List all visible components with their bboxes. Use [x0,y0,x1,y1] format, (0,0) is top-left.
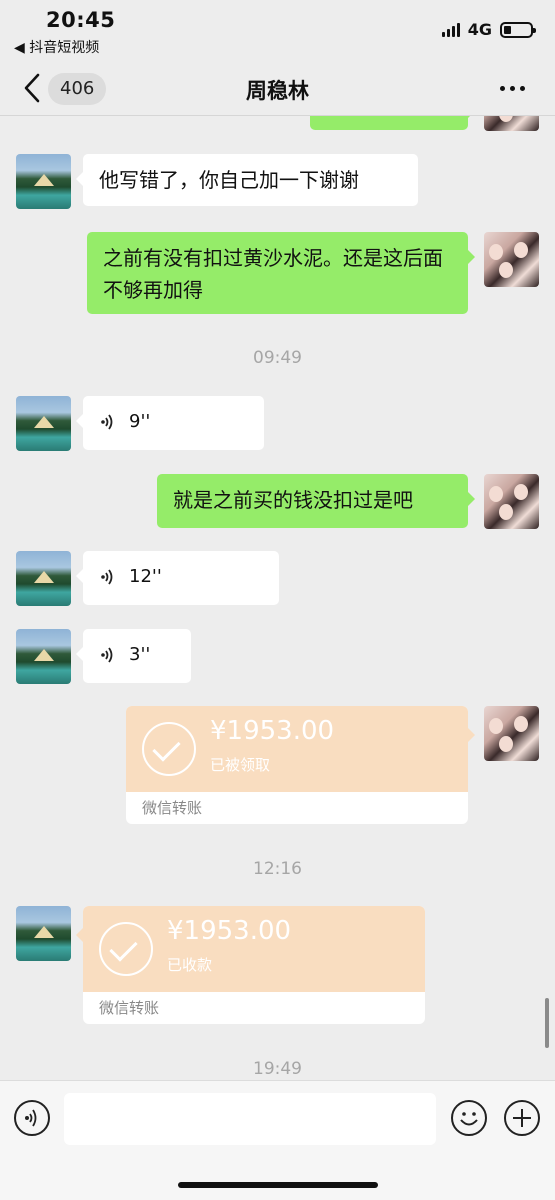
transfer-amount: ¥1953.00 [167,916,292,946]
more-options-icon[interactable] [500,86,525,91]
my-avatar[interactable] [484,706,539,761]
message-bubble-incoming[interactable]: 他写错了，你自己加一下谢谢 [76,154,418,206]
voice-message-incoming[interactable]: 3'' [76,629,191,683]
plus-icon[interactable] [504,1100,540,1136]
voice-wave-icon [101,569,113,585]
transfer-card-incoming[interactable]: ¥1953.00 已收款 微信转账 [76,906,425,1024]
contact-avatar[interactable] [16,396,71,451]
transfer-label: 微信转账 [99,999,160,1017]
network-type: 4G [467,20,492,39]
transfer-status: 已收款 [167,956,213,974]
back-to-app-link[interactable]: ◀ 抖音短视频 [14,37,99,57]
battery-icon [500,21,536,38]
message-bubble-outgoing[interactable]: 就是之前买的钱没扣过是吧 [157,474,475,528]
transfer-label: 微信转账 [142,799,203,817]
home-indicator[interactable] [178,1182,378,1188]
message-input[interactable] [64,1093,436,1145]
voice-wave-icon [101,647,113,663]
contact-avatar[interactable] [16,629,71,684]
transfer-card-outgoing[interactable]: ¥1953.00 已被领取 微信转账 [126,706,468,824]
message-bubble-outgoing[interactable]: 之前有没有扣过黄沙水泥。还是这后面不够再加得 [87,232,475,314]
status-time: 20:45 [46,8,116,32]
chat-header: 406 周稳林 [0,62,555,116]
contact-avatar[interactable] [16,154,71,209]
transfer-status: 已被领取 [210,756,271,774]
signal-icon [441,22,460,37]
transfer-amount: ¥1953.00 [210,716,335,746]
voice-duration: 9'' [129,411,151,432]
timestamp: 09:49 [253,348,302,368]
my-avatar[interactable] [484,116,539,131]
voice-wave-icon [101,414,113,430]
chat-title: 周稳林 [246,79,309,103]
message-list[interactable]: 他写错了，你自己加一下谢谢 之前有没有扣过黄沙水泥。还是这后面不够再加得 09:… [0,116,555,1080]
emoji-icon[interactable] [451,1100,487,1136]
message-bubble-outgoing-partial[interactable] [310,116,475,130]
my-avatar[interactable] [484,474,539,529]
status-bar: 20:45 ◀ 抖音短视频 4G [0,0,555,60]
status-indicators: 4G [441,20,536,39]
contact-avatar[interactable] [16,906,71,961]
message-text: 就是之前买的钱没扣过是吧 [173,488,413,512]
transfer-tail [468,728,475,742]
timestamp: 12:16 [253,859,302,879]
contact-avatar[interactable] [16,551,71,606]
scrollbar[interactable] [545,998,549,1048]
voice-input-icon[interactable] [14,1100,50,1136]
voice-duration: 3'' [129,644,151,665]
voice-duration: 12'' [129,566,162,587]
message-text: 之前有没有扣过黄沙水泥。还是这后面不够再加得 [103,246,443,302]
voice-message-incoming[interactable]: 12'' [76,551,279,605]
message-text: 他写错了，你自己加一下谢谢 [99,168,359,192]
timestamp: 19:49 [253,1059,302,1079]
checkmark-icon [99,922,153,976]
checkmark-icon [142,722,196,776]
voice-message-incoming[interactable]: 9'' [76,396,264,450]
my-avatar[interactable] [484,232,539,287]
